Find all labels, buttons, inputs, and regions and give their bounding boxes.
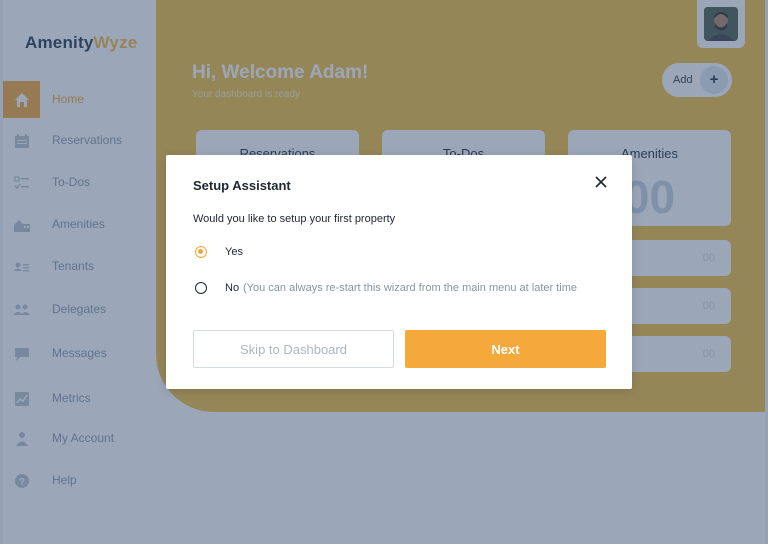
setup-assistant-dialog: Setup Assistant Would you like to setup … <box>166 155 632 389</box>
close-icon[interactable] <box>594 175 608 189</box>
skip-to-dashboard-button[interactable]: Skip to Dashboard <box>193 330 394 368</box>
option-label: No <box>225 282 240 294</box>
option-note: (You can always re-start this wizard fro… <box>243 282 578 294</box>
setup-question: Would you like to setup your first prope… <box>193 213 396 225</box>
dialog-title: Setup Assistant <box>193 178 291 193</box>
next-button[interactable]: Next <box>405 330 606 368</box>
radio-no[interactable] <box>195 282 207 294</box>
radio-yes[interactable] <box>195 246 207 258</box>
option-label: Yes <box>225 246 243 258</box>
